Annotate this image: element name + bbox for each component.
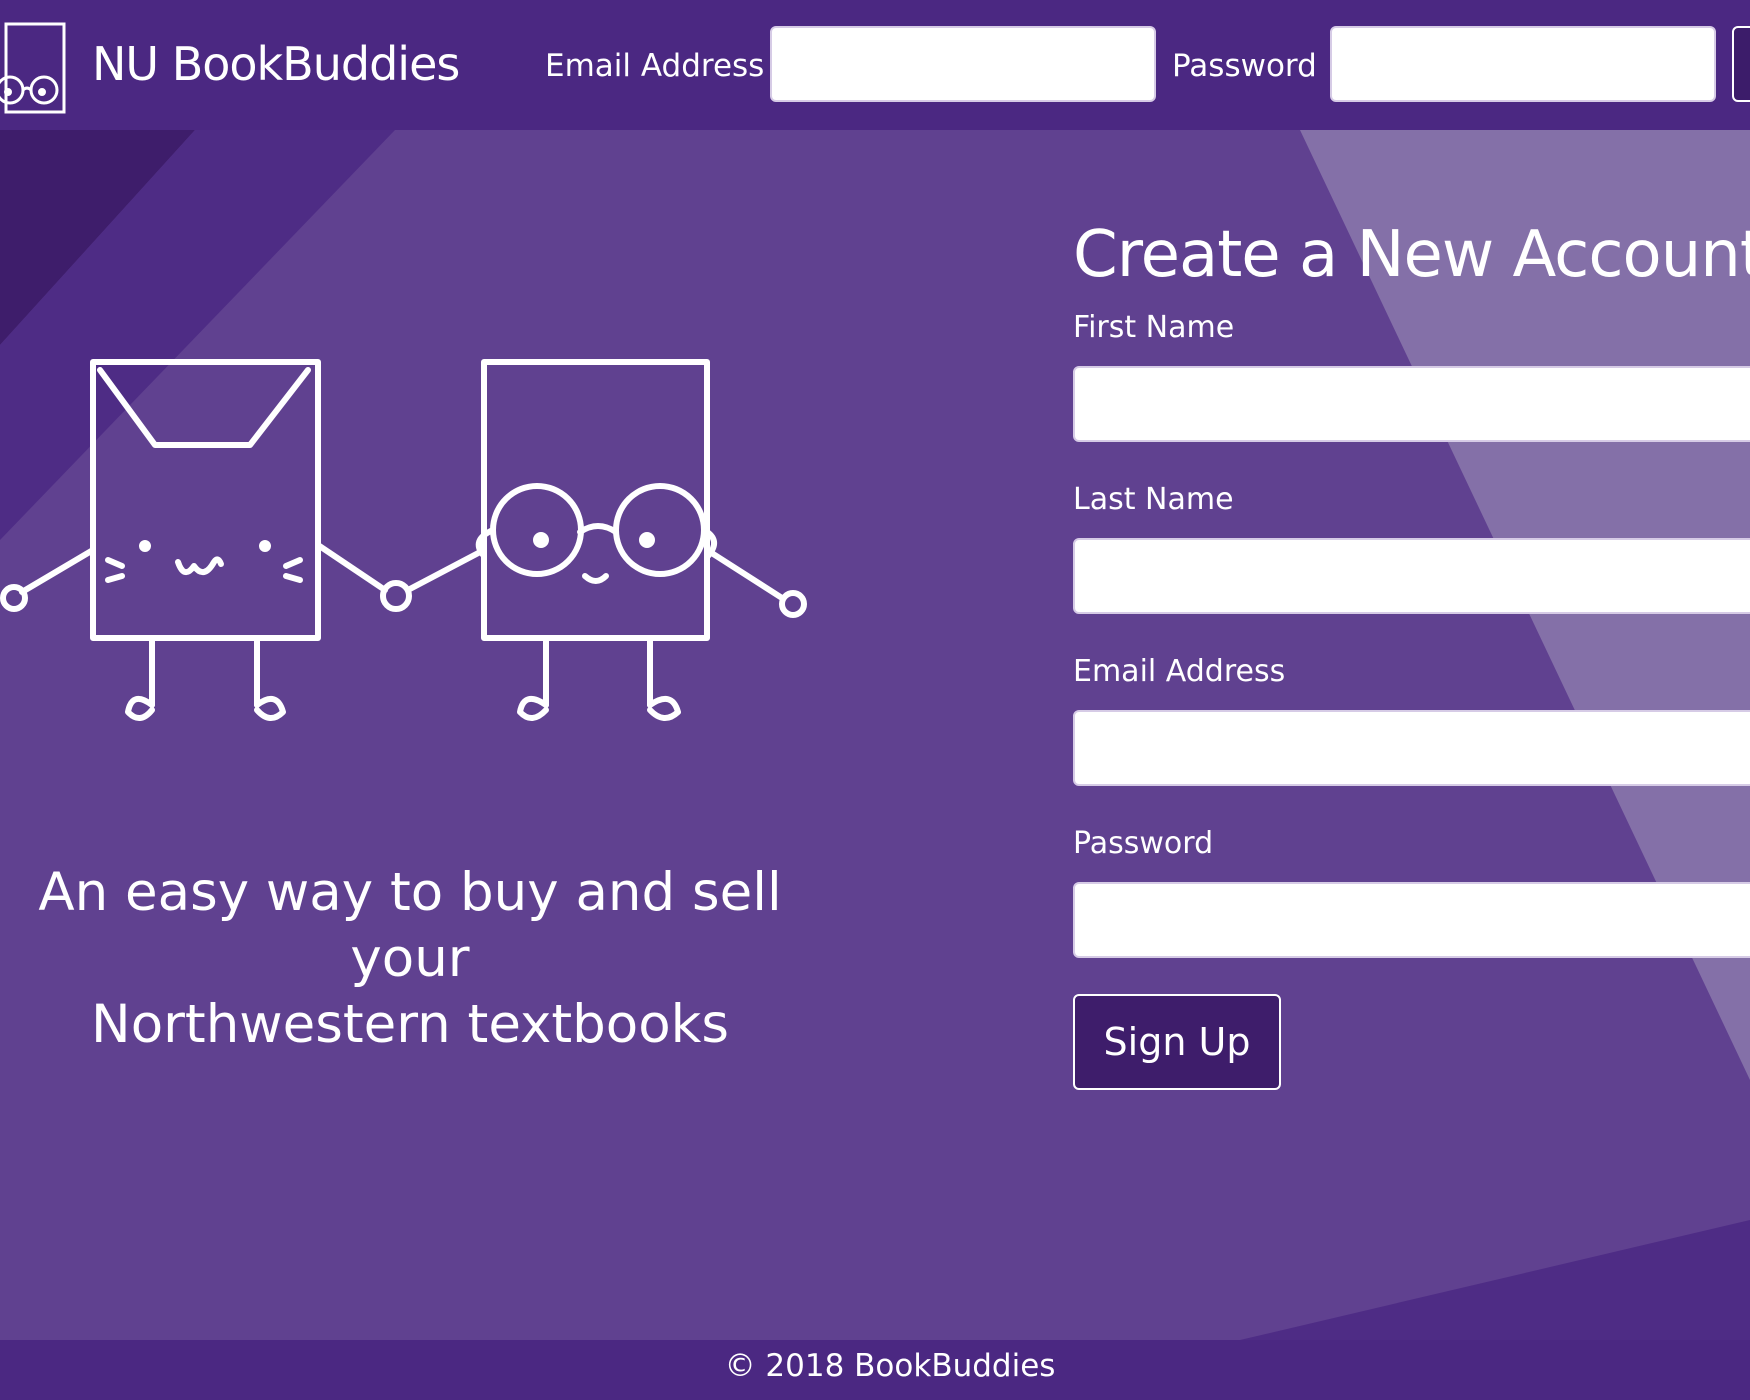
signup-email-label: Email Address bbox=[1073, 654, 1286, 689]
book-glasses-logo-icon bbox=[0, 22, 66, 114]
mascot-illustration bbox=[0, 359, 807, 721]
login-email-label: Email Address bbox=[545, 48, 765, 84]
cat-book-flap bbox=[97, 367, 311, 448]
footer: © 2018 BookBuddies bbox=[0, 1340, 1750, 1400]
login-password-input[interactable] bbox=[1330, 26, 1716, 102]
signup-form: Create a New Account First Name Last Nam… bbox=[1073, 210, 1750, 1090]
page: NU BookBuddies Email Address Password An… bbox=[0, 0, 1750, 1400]
first-name-input[interactable] bbox=[1073, 366, 1750, 442]
sign-up-button[interactable]: Sign Up bbox=[1073, 994, 1281, 1090]
signup-title: Create a New Account bbox=[1073, 218, 1750, 292]
login-email-input[interactable] bbox=[770, 26, 1156, 102]
login-password-label: Password bbox=[1172, 48, 1317, 84]
signup-password-input[interactable] bbox=[1073, 882, 1750, 958]
copyright-text: © 2018 BookBuddies bbox=[724, 1348, 1056, 1384]
tagline-line-1: An easy way to buy and sell your bbox=[38, 862, 782, 989]
signup-email-input[interactable] bbox=[1073, 710, 1750, 786]
tagline-line-2: Northwestern textbooks bbox=[91, 994, 729, 1055]
tagline: An easy way to buy and sell your Northwe… bbox=[0, 860, 840, 1058]
glasses-book-body bbox=[481, 359, 710, 641]
last-name-label: Last Name bbox=[1073, 482, 1234, 517]
brand-name[interactable]: NU BookBuddies bbox=[92, 36, 460, 92]
first-name-label: First Name bbox=[1073, 310, 1235, 345]
signup-password-label: Password bbox=[1073, 826, 1214, 861]
login-button[interactable] bbox=[1732, 26, 1750, 102]
last-name-input[interactable] bbox=[1073, 538, 1750, 614]
navbar: NU BookBuddies Email Address Password bbox=[0, 0, 1750, 130]
